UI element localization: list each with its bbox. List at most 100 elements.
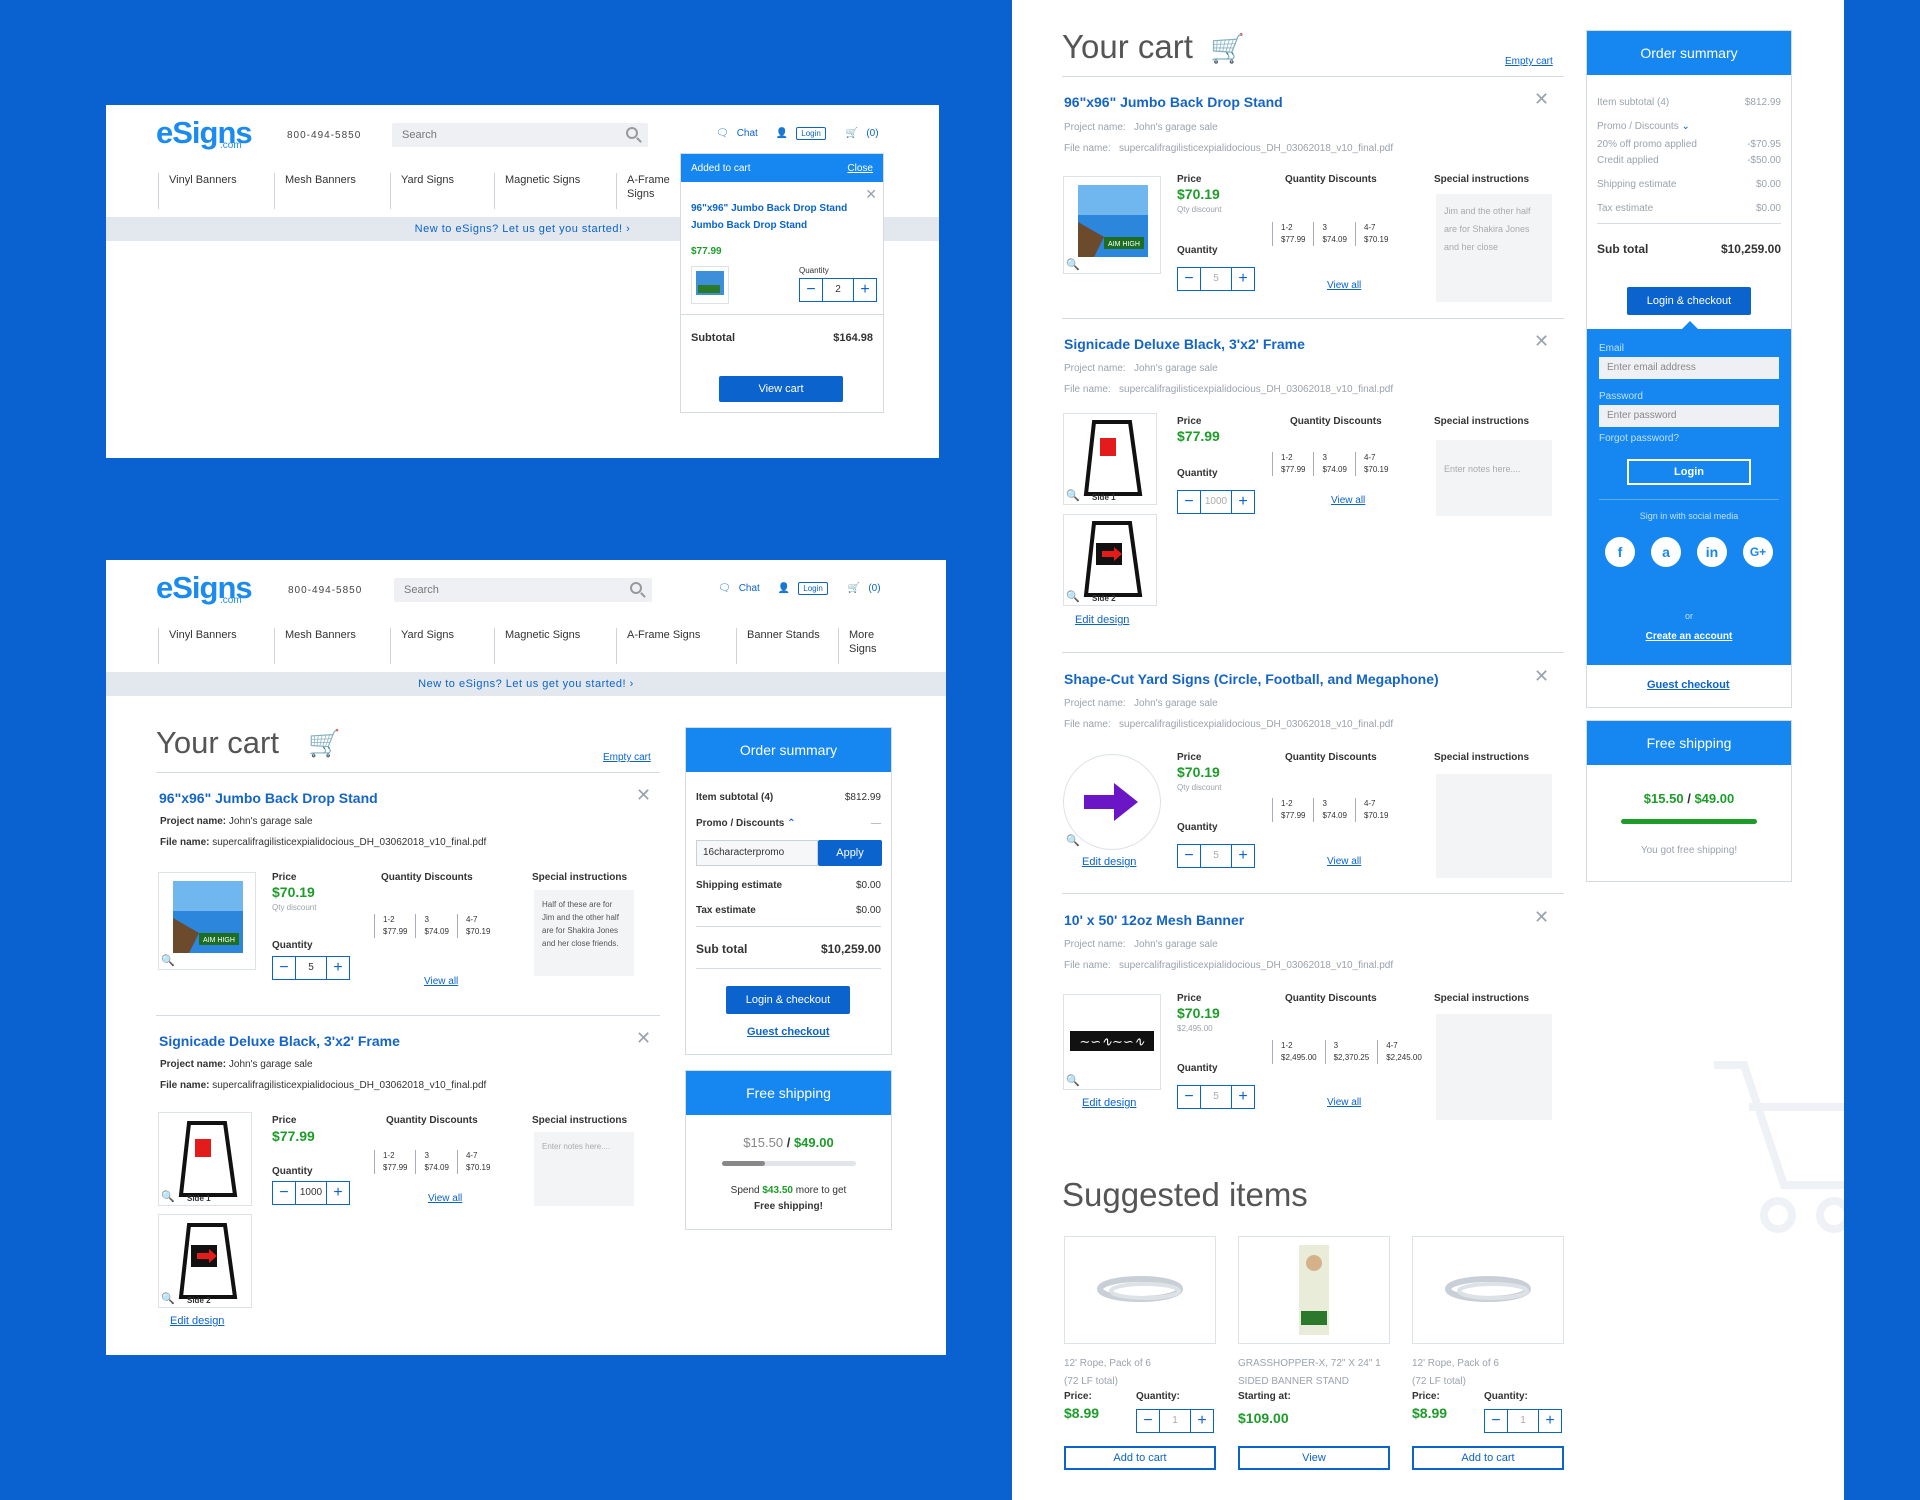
nav-item-stands[interactable]: Banner Stands: [736, 628, 838, 664]
view-cart-button[interactable]: View cart: [719, 376, 843, 402]
item-thumbnail[interactable]: AIM HIGH 🔍: [1063, 176, 1161, 274]
zoom-icon[interactable]: 🔍: [161, 1292, 175, 1305]
edit-design-link[interactable]: Edit design: [1082, 856, 1136, 868]
minus-icon[interactable]: −: [1137, 1410, 1159, 1432]
popup-qty-stepper[interactable]: −2 +: [799, 278, 877, 302]
nav-item-yard[interactable]: Yard Signs: [390, 173, 494, 209]
nav-item-mesh[interactable]: Mesh Banners: [274, 173, 390, 209]
user-icon[interactable]: 👤: [778, 583, 790, 594]
linkedin-icon[interactable]: in: [1697, 537, 1727, 567]
guest-checkout-link[interactable]: Guest checkout: [1647, 679, 1730, 691]
special-instructions[interactable]: Jim and the other half are for Shakira J…: [1436, 194, 1552, 302]
nav-item-magnetic[interactable]: Magnetic Signs: [494, 628, 616, 664]
login-submit-button[interactable]: Login: [1627, 459, 1751, 485]
nav-item-yard[interactable]: Yard Signs: [390, 628, 494, 664]
qty-stepper[interactable]: −1000 +: [272, 1181, 350, 1205]
plus-icon[interactable]: +: [1191, 1410, 1213, 1432]
plus-icon[interactable]: +: [1539, 1410, 1561, 1432]
plus-icon[interactable]: +: [1232, 268, 1254, 290]
chat-icon[interactable]: 🗨: [716, 128, 729, 139]
edit-design-link[interactable]: Edit design: [1082, 1097, 1136, 1109]
add-to-cart-button[interactable]: Add to cart: [1412, 1446, 1564, 1470]
search-icon[interactable]: [626, 127, 638, 139]
login-button[interactable]: Login: [798, 582, 828, 595]
item-thumbnail[interactable]: ∼∽∿∼∽∿ 🔍: [1063, 994, 1161, 1090]
remove-item-icon[interactable]: ✕: [636, 1028, 651, 1049]
cart-icon[interactable]: 🛒: [848, 583, 860, 594]
qty-value[interactable]: 1: [1159, 1410, 1191, 1432]
special-instructions[interactable]: [1436, 774, 1552, 878]
special-instructions[interactable]: Enter notes here....: [1436, 440, 1552, 516]
suggested-thumb-stand[interactable]: [1238, 1236, 1390, 1344]
user-icon[interactable]: 👤: [776, 128, 788, 139]
nav-item-aframe[interactable]: A-Frame Signs: [616, 173, 676, 209]
item-thumbnail[interactable]: AIM HIGH 🔍: [158, 872, 256, 970]
item-thumbnail[interactable]: 🔍: [1063, 754, 1161, 850]
zoom-icon[interactable]: 🔍: [1066, 834, 1080, 847]
item-title[interactable]: Shape-Cut Yard Signs (Circle, Football, …: [1064, 671, 1439, 687]
minus-icon[interactable]: −: [273, 1182, 295, 1204]
nav-item-vinyl[interactable]: Vinyl Banners: [158, 628, 274, 664]
promo-row[interactable]: Promo / Discounts ⌄: [1597, 121, 1781, 132]
qty-stepper[interactable]: −5 +: [1177, 844, 1255, 868]
popup-item-name[interactable]: 96"x96" Jumbo Back Drop Stand Jumbo Back…: [691, 200, 861, 234]
zoom-icon[interactable]: 🔍: [1066, 489, 1080, 502]
item-thumbnail-side2[interactable]: 🔍 Side 2: [1063, 514, 1157, 606]
plus-icon[interactable]: +: [1232, 1086, 1254, 1108]
view-all-link[interactable]: View all: [428, 1193, 462, 1204]
facebook-icon[interactable]: f: [1605, 537, 1635, 567]
qty-value[interactable]: 5: [1200, 845, 1232, 867]
remove-item-icon[interactable]: ✕: [1534, 666, 1549, 687]
chat-link[interactable]: Chat: [737, 128, 758, 139]
qty-stepper[interactable]: −5 +: [1177, 267, 1255, 291]
minus-icon[interactable]: −: [1178, 268, 1200, 290]
zoom-icon[interactable]: 🔍: [1066, 1074, 1080, 1087]
search-input[interactable]: Search: [394, 578, 652, 602]
google-plus-icon[interactable]: G+: [1743, 537, 1773, 567]
item-title[interactable]: Signicade Deluxe Black, 3'x2' Frame: [159, 1033, 400, 1049]
amazon-icon[interactable]: a: [1651, 537, 1681, 567]
qty-value[interactable]: 1: [1507, 1410, 1539, 1432]
remove-item-icon[interactable]: ✕: [1534, 331, 1549, 352]
add-to-cart-button[interactable]: Add to cart: [1064, 1446, 1216, 1470]
nav-item-aframe[interactable]: A-Frame Signs: [616, 628, 736, 664]
remove-item-icon[interactable]: ✕: [1534, 89, 1549, 110]
qty-value[interactable]: 5: [1200, 268, 1232, 290]
promo-input[interactable]: 16characterpromo: [696, 840, 818, 866]
item-thumbnail-side1[interactable]: 🔍 Side 1: [1063, 413, 1157, 505]
qty-value[interactable]: 5: [295, 957, 327, 979]
minus-icon[interactable]: −: [1178, 845, 1200, 867]
special-instructions[interactable]: [1436, 1014, 1552, 1120]
plus-icon[interactable]: +: [1232, 845, 1254, 867]
qty-stepper[interactable]: −5 +: [1177, 1085, 1255, 1109]
minus-icon[interactable]: −: [1178, 1086, 1200, 1108]
special-instructions[interactable]: Enter notes here....: [534, 1132, 634, 1206]
chat-icon[interactable]: 🗨: [718, 583, 731, 594]
item-title[interactable]: Signicade Deluxe Black, 3'x2' Frame: [1064, 336, 1305, 352]
plus-icon[interactable]: +: [327, 957, 349, 979]
item-title[interactable]: 96"x96" Jumbo Back Drop Stand: [159, 790, 378, 806]
popup-qty-value[interactable]: 2: [822, 279, 854, 301]
suggested-qty-stepper[interactable]: −1 +: [1136, 1409, 1214, 1433]
guest-checkout-link[interactable]: Guest checkout: [747, 1026, 830, 1038]
login-button[interactable]: Login: [796, 127, 826, 140]
search-input[interactable]: Search: [392, 123, 648, 147]
cart-icon[interactable]: 🛒: [846, 128, 858, 139]
plus-icon[interactable]: +: [1232, 491, 1254, 513]
apply-button[interactable]: Apply: [818, 840, 882, 866]
nav-item-vinyl[interactable]: Vinyl Banners: [158, 173, 274, 209]
item-thumbnail-side1[interactable]: 🔍 Side 1: [158, 1112, 252, 1206]
chevron-up-icon[interactable]: ⌃: [787, 818, 795, 829]
view-all-link[interactable]: View all: [1331, 495, 1365, 506]
special-instructions[interactable]: Half of these are for Jim and the other …: [534, 890, 634, 976]
remove-item-icon[interactable]: ✕: [636, 785, 651, 806]
zoom-icon[interactable]: 🔍: [161, 1190, 175, 1203]
minus-icon[interactable]: −: [1178, 491, 1200, 513]
item-title[interactable]: 10' x 50' 12oz Mesh Banner: [1064, 912, 1244, 928]
chat-link[interactable]: Chat: [739, 583, 760, 594]
minus-icon[interactable]: −: [800, 279, 822, 301]
suggested-thumb-rope-2[interactable]: [1412, 1236, 1564, 1344]
view-all-link[interactable]: View all: [1327, 1097, 1361, 1108]
email-field[interactable]: Enter email address: [1599, 357, 1779, 379]
view-all-link[interactable]: View all: [424, 976, 458, 987]
